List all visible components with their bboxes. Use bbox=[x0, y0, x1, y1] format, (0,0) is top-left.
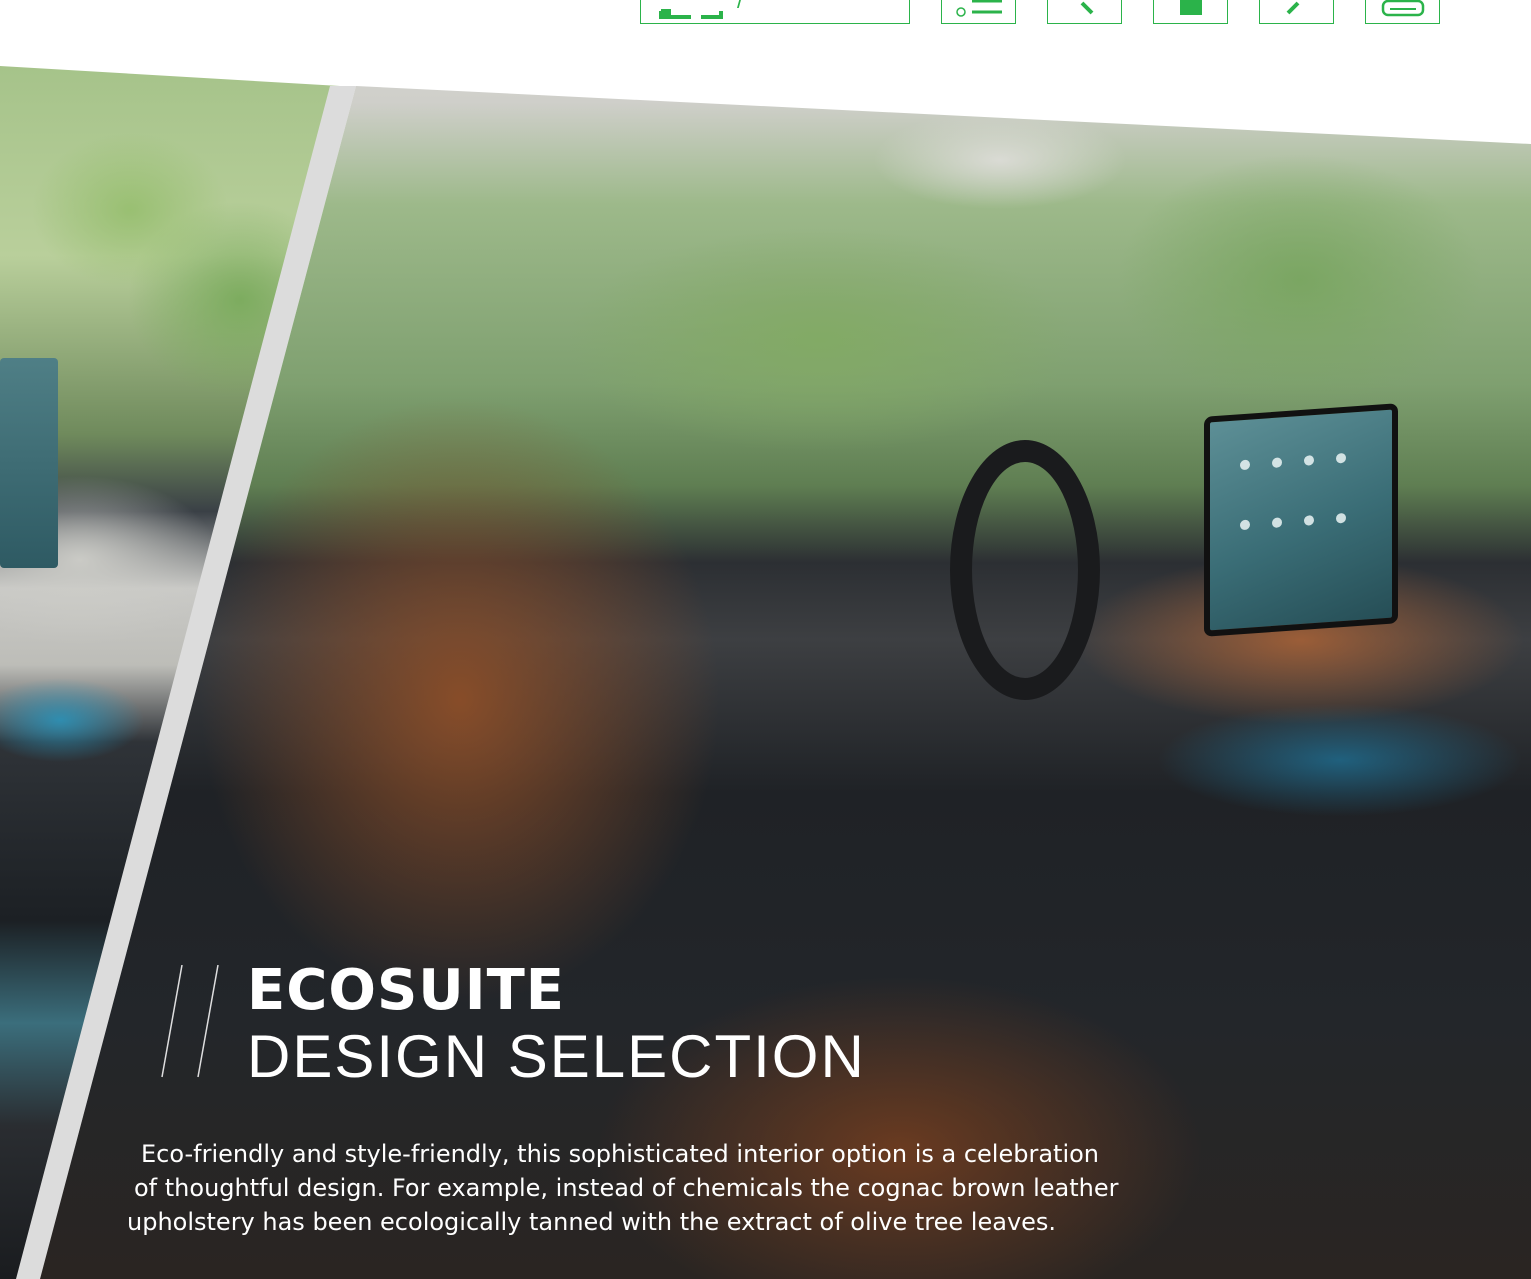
list-icon bbox=[956, 0, 1002, 17]
body-text-line: of thoughtful design. For example, inste… bbox=[134, 1174, 1119, 1202]
steering-wheel bbox=[950, 440, 1100, 700]
back-button[interactable] bbox=[1047, 0, 1122, 24]
double-slash-decoration bbox=[161, 965, 219, 1078]
headline-title: ECOSUITE bbox=[247, 958, 566, 1023]
page-indicator: / bbox=[737, 0, 744, 13]
print-button[interactable] bbox=[1365, 0, 1440, 24]
side-infotainment-screen bbox=[0, 358, 58, 568]
share-button[interactable] bbox=[1259, 0, 1334, 24]
brochure-page: / ECOSUITE DESIGN SELECTION Eco-friendly… bbox=[0, 0, 1531, 1279]
share-icon bbox=[1286, 1, 1300, 15]
body-text-line: Eco-friendly and style-friendly, this so… bbox=[141, 1140, 1100, 1168]
headline-subtitle: DESIGN SELECTION bbox=[247, 1023, 866, 1090]
bookmark-icon bbox=[1180, 0, 1202, 15]
printer-icon bbox=[1381, 0, 1425, 17]
page-navigation-button[interactable]: / bbox=[640, 0, 910, 24]
arrow-left-icon bbox=[1080, 1, 1094, 15]
infotainment-screen bbox=[1204, 403, 1398, 637]
double-page-icon bbox=[659, 9, 723, 19]
body-text-line: upholstery has been ecologically tanned … bbox=[127, 1208, 1057, 1236]
bookmark-button[interactable] bbox=[1153, 0, 1228, 24]
top-toolbar: / bbox=[0, 0, 1531, 60]
contents-button[interactable] bbox=[941, 0, 1016, 24]
